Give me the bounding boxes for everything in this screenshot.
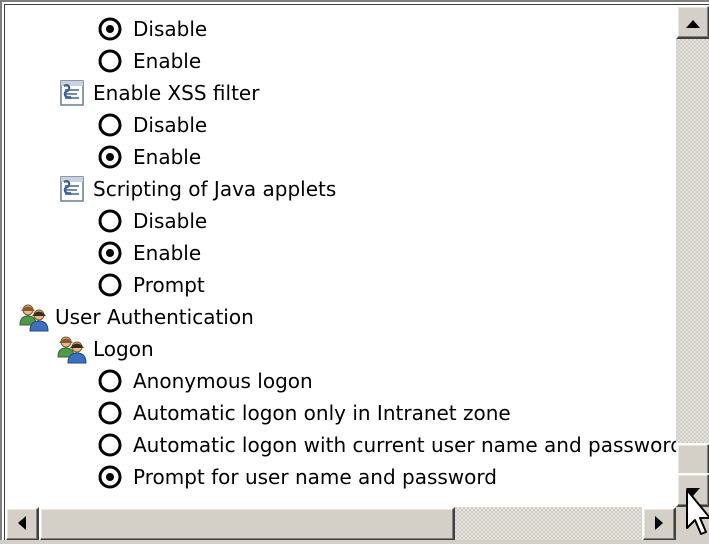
option-label: Enable: [133, 241, 202, 265]
arrow-up-icon: [686, 13, 700, 32]
option-row[interactable]: Enable: [97, 45, 201, 77]
vertical-scroll-thumb[interactable]: [676, 443, 709, 477]
option-label: Disable: [133, 17, 208, 41]
category-heading: User Authentication: [17, 301, 254, 333]
script-settings-icon: [55, 173, 89, 205]
mouse-cursor-icon: [685, 488, 709, 540]
settings-list-frame: Disable Enable Enable XSS filter Disable…: [4, 4, 709, 540]
horizontal-scroll-thumb[interactable]: [39, 507, 455, 540]
option-label: Prompt for user name and password: [133, 465, 497, 489]
arrow-left-icon: [18, 515, 26, 534]
radio-button-selected[interactable]: [97, 240, 123, 266]
radio-button[interactable]: [97, 272, 123, 298]
users-icon: [17, 301, 51, 333]
radio-button[interactable]: [97, 400, 123, 426]
option-row[interactable]: Disable: [97, 13, 207, 45]
radio-button[interactable]: [97, 112, 123, 138]
scroll-right-button[interactable]: [642, 507, 676, 540]
option-row[interactable]: Prompt for user name and password: [97, 461, 497, 493]
option-row[interactable]: Prompt: [97, 269, 205, 301]
radio-button[interactable]: [97, 368, 123, 394]
option-row[interactable]: Enable: [97, 141, 201, 173]
scroll-left-button[interactable]: [5, 507, 39, 540]
arrow-right-icon: [655, 515, 663, 534]
option-label: Anonymous logon: [133, 369, 313, 393]
option-row[interactable]: Disable: [97, 109, 207, 141]
radio-button-selected[interactable]: [97, 144, 123, 170]
option-label: Disable: [133, 209, 208, 233]
option-label: Prompt: [133, 273, 205, 297]
radio-button[interactable]: [97, 432, 123, 458]
radio-button[interactable]: [97, 48, 123, 74]
option-label: Disable: [133, 113, 208, 137]
radio-button-selected[interactable]: [97, 464, 123, 490]
radio-button-selected[interactable]: [97, 16, 123, 42]
option-row[interactable]: Automatic logon only in Intranet zone: [97, 397, 511, 429]
option-row[interactable]: Disable: [97, 205, 207, 237]
setting-title: Logon: [93, 337, 154, 361]
settings-list: Disable Enable Enable XSS filter Disable…: [5, 5, 676, 507]
vertical-scrollbar[interactable]: [676, 5, 709, 507]
option-label: Enable: [133, 145, 202, 169]
radio-button[interactable]: [97, 208, 123, 234]
setting-heading: Enable XSS filter: [55, 77, 259, 109]
setting-heading: Scripting of Java applets: [55, 173, 336, 205]
option-row[interactable]: Automatic logon with current user name a…: [97, 429, 676, 461]
users-icon: [55, 333, 89, 365]
settings-window: Disable Enable Enable XSS filter Disable…: [0, 0, 709, 540]
setting-heading: Logon: [55, 333, 154, 365]
option-row[interactable]: Anonymous logon: [97, 365, 313, 397]
option-label: Automatic logon only in Intranet zone: [133, 401, 511, 425]
option-label: Enable: [133, 49, 202, 73]
category-title: User Authentication: [55, 305, 254, 329]
option-row[interactable]: Enable: [97, 237, 201, 269]
setting-title: Enable XSS filter: [93, 81, 260, 105]
option-label: Automatic logon with current user name a…: [133, 433, 676, 457]
scroll-up-button[interactable]: [676, 5, 709, 39]
setting-title: Scripting of Java applets: [93, 177, 337, 201]
horizontal-scrollbar[interactable]: [5, 507, 676, 540]
script-settings-icon: [55, 77, 89, 109]
